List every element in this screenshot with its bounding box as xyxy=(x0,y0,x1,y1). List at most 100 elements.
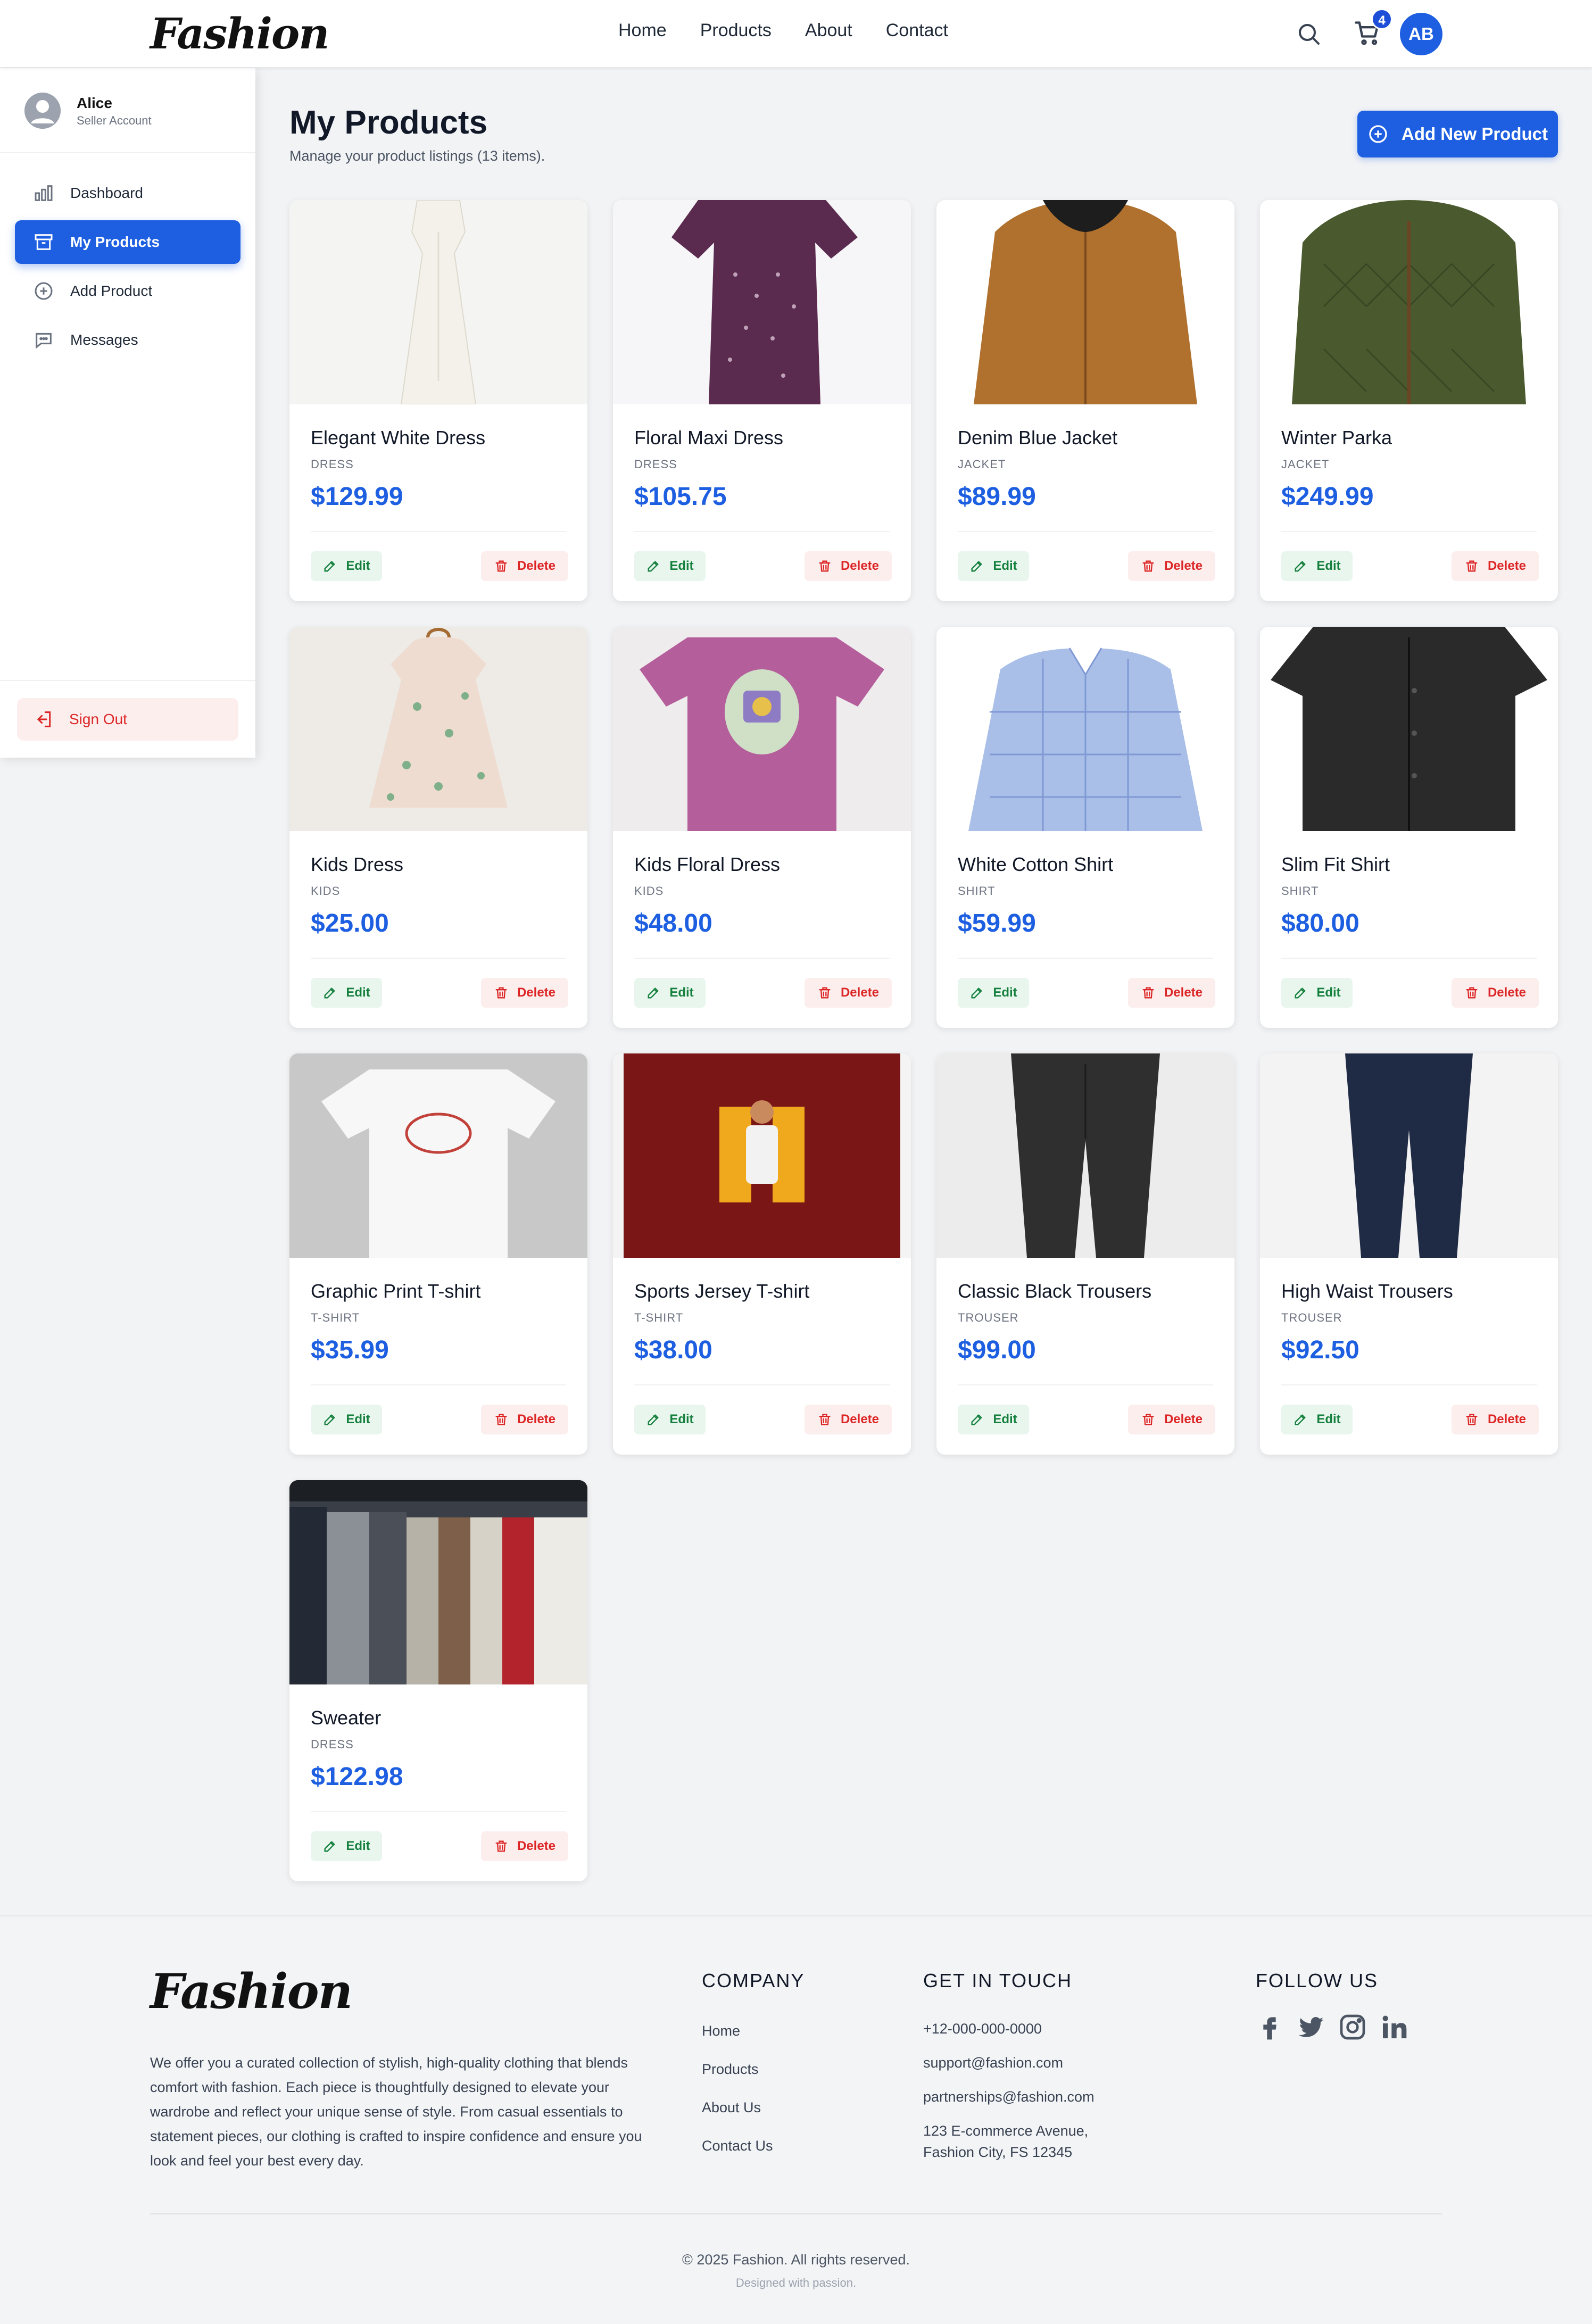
twitter-icon[interactable] xyxy=(1296,2012,1326,2042)
product-price: $122.98 xyxy=(311,1763,403,1791)
product-image[interactable] xyxy=(1260,200,1558,404)
sidebar-item-my-products[interactable]: My Products xyxy=(15,220,241,264)
product-image[interactable] xyxy=(289,1480,587,1684)
product-price: $59.99 xyxy=(958,909,1036,937)
product-image[interactable] xyxy=(289,200,587,404)
edit-label: Edit xyxy=(1316,559,1341,573)
product-category: KIDS xyxy=(311,884,341,898)
footer-link-home[interactable]: Home xyxy=(702,2023,740,2039)
footer-phone[interactable]: +12-000-000-0000 xyxy=(923,2021,1042,2037)
product-image[interactable] xyxy=(936,200,1234,404)
edit-button[interactable]: Edit xyxy=(958,1405,1029,1434)
delete-button[interactable]: Delete xyxy=(1452,551,1539,581)
product-image[interactable] xyxy=(936,1053,1234,1258)
edit-pencil-icon xyxy=(971,1414,983,1425)
product-image[interactable] xyxy=(289,627,587,831)
edit-button[interactable]: Edit xyxy=(634,978,706,1008)
edit-button[interactable]: Edit xyxy=(311,551,382,581)
product-category: DRESS xyxy=(634,458,677,471)
delete-button[interactable]: Delete xyxy=(1128,1405,1215,1434)
delete-button[interactable]: Delete xyxy=(805,1405,892,1434)
product-price: $35.99 xyxy=(311,1336,389,1364)
linkedin-icon[interactable] xyxy=(1379,2012,1409,2042)
footer-logo[interactable]: Fashion xyxy=(150,1963,353,2020)
archive-box-icon xyxy=(35,234,53,250)
delete-button[interactable]: Delete xyxy=(481,978,568,1008)
edit-button[interactable]: Edit xyxy=(1281,551,1353,581)
product-image[interactable] xyxy=(1260,1053,1558,1258)
product-card: White Cotton Shirt SHIRT $59.99 Edit Del… xyxy=(936,627,1234,1028)
product-name: Slim Fit Shirt xyxy=(1281,853,1390,875)
sidebar-item-add-product[interactable]: Add Product xyxy=(15,269,241,313)
footer-designed-note: Designed with passion. xyxy=(735,2276,857,2289)
trash-icon xyxy=(819,987,831,999)
edit-button[interactable]: Edit xyxy=(634,1405,706,1434)
footer-email-partners[interactable]: partnerships@fashion.com xyxy=(923,2089,1094,2105)
nav-products[interactable]: Products xyxy=(700,20,772,41)
product-price: $99.00 xyxy=(958,1336,1036,1364)
edit-label: Edit xyxy=(1316,985,1341,1000)
sidebar-item-dashboard[interactable]: Dashboard xyxy=(15,171,241,215)
product-image[interactable] xyxy=(289,1053,587,1258)
product-price: $105.75 xyxy=(634,483,727,511)
trash-icon xyxy=(1466,560,1478,572)
plus-circle-icon xyxy=(35,282,53,300)
product-price: $129.99 xyxy=(311,483,403,511)
product-image[interactable] xyxy=(613,627,911,831)
trash-icon xyxy=(1142,1414,1154,1425)
nav-home[interactable]: Home xyxy=(618,20,667,41)
edit-button[interactable]: Edit xyxy=(311,1405,382,1434)
facebook-icon[interactable] xyxy=(1255,2012,1284,2042)
nav-about[interactable]: About xyxy=(805,20,852,41)
footer-address-line2: Fashion City, FS 12345 xyxy=(923,2144,1073,2160)
edit-label: Edit xyxy=(346,559,370,573)
plus-circle-icon xyxy=(1369,125,1387,143)
delete-button[interactable]: Delete xyxy=(805,551,892,581)
nav-contact[interactable]: Contact xyxy=(886,20,948,41)
footer-link-about[interactable]: About Us xyxy=(702,2099,761,2116)
footer-email-support[interactable]: support@fashion.com xyxy=(923,2055,1063,2071)
sidebar-item-messages[interactable]: Messages xyxy=(15,318,241,362)
delete-button[interactable]: Delete xyxy=(481,1405,568,1434)
edit-label: Edit xyxy=(346,1839,370,1853)
product-image[interactable] xyxy=(936,627,1234,831)
sign-out-button[interactable]: Sign Out xyxy=(17,698,238,741)
edit-button[interactable]: Edit xyxy=(311,978,382,1008)
product-image[interactable] xyxy=(1260,627,1558,831)
delete-button[interactable]: Delete xyxy=(1452,1405,1539,1434)
delete-button[interactable]: Delete xyxy=(805,978,892,1008)
trash-icon xyxy=(1466,987,1478,999)
card-divider xyxy=(1281,958,1537,959)
card-divider xyxy=(958,1384,1213,1385)
product-card: Winter Parka JACKET $249.99 Edit Delete xyxy=(1260,200,1558,601)
product-price: $25.00 xyxy=(311,909,389,937)
footer-about-text: We offer you a curated collection of sty… xyxy=(150,2055,642,2169)
edit-pencil-icon xyxy=(648,987,659,999)
footer-link-contact[interactable]: Contact Us xyxy=(702,2138,773,2154)
delete-button[interactable]: Delete xyxy=(481,1831,568,1861)
edit-button[interactable]: Edit xyxy=(311,1831,382,1861)
delete-button[interactable]: Delete xyxy=(481,551,568,581)
card-divider xyxy=(958,531,1213,532)
card-divider xyxy=(634,531,890,532)
edit-button[interactable]: Edit xyxy=(958,978,1029,1008)
edit-button[interactable]: Edit xyxy=(1281,978,1353,1008)
product-image[interactable] xyxy=(613,200,911,404)
instagram-icon[interactable] xyxy=(1338,2012,1367,2042)
edit-button[interactable]: Edit xyxy=(958,551,1029,581)
delete-button[interactable]: Delete xyxy=(1452,978,1539,1008)
add-new-product-button[interactable]: Add New Product xyxy=(1357,111,1558,157)
site-logo[interactable]: Fashion xyxy=(150,9,329,59)
user-avatar-button[interactable]: AB xyxy=(1400,13,1442,55)
edit-button[interactable]: Edit xyxy=(1281,1405,1353,1434)
delete-button[interactable]: Delete xyxy=(1128,978,1215,1008)
product-price: $48.00 xyxy=(634,909,712,937)
product-image[interactable] xyxy=(613,1053,911,1258)
product-card: Sports Jersey T-shirt T-SHIRT $38.00 Edi… xyxy=(613,1053,911,1455)
search-icon[interactable] xyxy=(1296,21,1322,47)
footer-link-products[interactable]: Products xyxy=(702,2061,759,2078)
product-category: SHIRT xyxy=(958,884,996,898)
delete-button[interactable]: Delete xyxy=(1128,551,1215,581)
product-price: $249.99 xyxy=(1281,483,1374,511)
edit-button[interactable]: Edit xyxy=(634,551,706,581)
